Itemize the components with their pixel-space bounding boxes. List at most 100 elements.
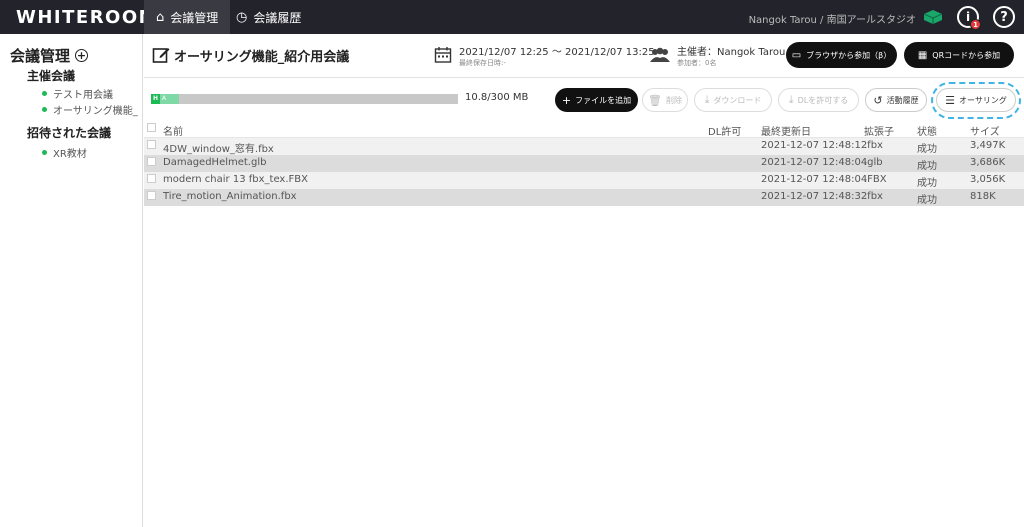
trash-icon: 🗑 xyxy=(648,93,662,107)
help-icon: ? xyxy=(1000,9,1008,25)
sidebar-title-text: 会議管理 xyxy=(10,47,71,65)
laptop-icon: ▭ xyxy=(791,49,802,61)
file-updated: 2021-12-07 12:48:04 xyxy=(761,174,868,185)
sidebar-item-xr-material[interactable]: XR教材 xyxy=(42,145,138,160)
main-panel: オーサリング機能_紹介用会議 2021/12/07 12:25 ～ 2021/1… xyxy=(144,34,1024,527)
meeting-title: オーサリング機能_紹介用会議 xyxy=(174,50,350,65)
table-header-row: 名前 DL許可 最終更新日 拡張子 状態 サイズ xyxy=(144,121,1024,138)
sidebar: 会議管理 + 主催会議 テスト用会議 オーサリング機能_紹介用会議 招待された会… xyxy=(0,34,143,527)
info-button[interactable]: i 1 xyxy=(957,6,981,30)
calendar-icon xyxy=(434,47,452,63)
table-row[interactable]: Tire_motion_Animation.fbx 2021-12-07 12:… xyxy=(144,189,1024,206)
last-saved: 最終保存日時:- xyxy=(459,59,506,67)
file-updated: 2021-12-07 12:48:04 xyxy=(761,157,868,168)
file-status: 成功 xyxy=(917,161,937,172)
meeting-host: 主催者：Nangok Tarou xyxy=(677,47,786,58)
col-ext-header[interactable]: 拡張子 xyxy=(864,123,894,138)
col-dl-header[interactable]: DL許可 xyxy=(708,123,741,138)
col-updated-header[interactable]: 最終更新日 xyxy=(761,123,811,138)
col-name-header[interactable]: 名前 xyxy=(163,123,183,138)
sidebar-item-label: XR教材 xyxy=(53,149,87,160)
join-by-qr-button[interactable]: ▦ QRコードから参加 xyxy=(904,42,1014,68)
help-button[interactable]: ? xyxy=(993,6,1015,28)
authoring-button[interactable]: ☰ オーサリング xyxy=(936,88,1016,112)
file-name: Tire_motion_Animation.fbx xyxy=(163,191,297,202)
activity-history-button[interactable]: ↺ 活動履歴 xyxy=(865,88,927,112)
file-size: 3,497K xyxy=(970,140,1006,151)
storage-usage-text: 10.8/300 MB xyxy=(465,92,529,103)
hosted-meetings-heading: 主催会議 xyxy=(27,69,76,83)
file-name: 4DW_window_窓有.fbx xyxy=(163,144,274,155)
row-checkbox[interactable] xyxy=(147,140,156,149)
sidebar-item-label: テスト用会議 xyxy=(53,90,113,101)
participant-count: 参加者：0名 xyxy=(677,59,717,67)
select-all-checkbox[interactable] xyxy=(147,123,156,132)
notification-badge: 1 xyxy=(970,19,981,30)
button-label: オーサリング xyxy=(959,95,1007,105)
meeting-header: オーサリング機能_紹介用会議 2021/12/07 12:25 ～ 2021/1… xyxy=(144,34,1024,78)
table-row[interactable]: DamagedHelmet.glb 2021-12-07 12:48:04 .g… xyxy=(144,155,1024,172)
allow-download-button[interactable]: ⤓ DLを許可する xyxy=(778,88,859,112)
file-updated: 2021-12-07 12:48:12 xyxy=(761,140,868,151)
storage-usage-bar: H A xyxy=(151,94,458,104)
people-icon xyxy=(650,47,670,62)
join-from-browser-button[interactable]: ▭ ブラウザから参加（β） xyxy=(786,42,897,68)
plus-icon: + xyxy=(561,93,572,107)
add-meeting-icon[interactable]: + xyxy=(75,49,89,62)
sidebar-item-authoring-meeting[interactable]: オーサリング機能_紹介用会議 xyxy=(42,102,138,117)
file-ext: .fbx xyxy=(864,140,883,151)
history-icon: ◷ xyxy=(236,9,248,25)
file-status: 成功 xyxy=(917,195,937,206)
check-download-icon: ⤓ xyxy=(788,93,794,106)
tab-meeting-history[interactable]: ◷ 会議履歴 xyxy=(224,0,313,34)
file-status: 成功 xyxy=(917,178,937,189)
file-ext: .glb xyxy=(864,157,883,168)
sidebar-item-test-meeting[interactable]: テスト用会議 xyxy=(42,86,138,101)
button-label: 削除 xyxy=(665,95,682,105)
add-file-button[interactable]: + ファイルを追加 xyxy=(555,88,638,112)
file-ext: .FBX xyxy=(864,174,887,185)
storage-segment-a: A xyxy=(160,94,179,104)
edit-icon[interactable] xyxy=(152,46,170,64)
history-icon: ↺ xyxy=(873,93,883,107)
file-ext: .fbx xyxy=(864,191,883,202)
home-icon: ⌂ xyxy=(156,9,165,25)
authoring-icon: ☰ xyxy=(945,93,956,107)
top-bar: WHITEROOM ⌂ 会議管理 ◷ 会議履歴 Nangok Tarou / 南… xyxy=(0,0,1024,34)
download-icon: ⤓ xyxy=(704,93,710,106)
button-label: ファイルを追加 xyxy=(575,95,632,105)
invited-meetings-heading: 招待された会議 xyxy=(27,126,112,140)
row-checkbox[interactable] xyxy=(147,157,156,166)
meeting-date-range: 2021/12/07 12:25 ～ 2021/12/07 13:25 xyxy=(459,47,655,58)
file-name: modern chair 13 fbx_tex.FBX xyxy=(163,174,308,185)
user-label[interactable]: Nangok Tarou / 南国アールスタジオ xyxy=(749,11,916,26)
file-table: 名前 DL許可 最終更新日 拡張子 状態 サイズ 4DW_window_窓有.f… xyxy=(144,121,1024,206)
row-checkbox[interactable] xyxy=(147,174,156,183)
tab-meeting-management[interactable]: ⌂ 会議管理 xyxy=(144,0,231,34)
download-button[interactable]: ⤓ ダウンロード xyxy=(694,88,772,112)
sidebar-title: 会議管理 + xyxy=(10,45,89,66)
file-status: 成功 xyxy=(917,144,937,155)
file-name: DamagedHelmet.glb xyxy=(163,157,267,168)
file-size: 818K xyxy=(970,191,996,202)
button-label: 活動履歴 xyxy=(886,95,919,105)
status-dot-icon xyxy=(42,91,47,96)
tab-label: 会議履歴 xyxy=(253,10,302,25)
delete-button[interactable]: 🗑 削除 xyxy=(642,88,688,112)
col-status-header[interactable]: 状態 xyxy=(917,123,937,138)
file-updated: 2021-12-07 12:48:32 xyxy=(761,191,868,202)
row-checkbox[interactable] xyxy=(147,191,156,200)
cube-icon[interactable] xyxy=(922,8,944,26)
file-size: 3,056K xyxy=(970,174,1006,185)
status-dot-icon xyxy=(42,150,47,155)
table-row[interactable]: 4DW_window_窓有.fbx 2021-12-07 12:48:12 .f… xyxy=(144,138,1024,155)
qr-code-icon: ▦ xyxy=(917,49,928,61)
button-label: DLを許可する xyxy=(797,95,849,105)
button-label: QRコードから参加 xyxy=(932,50,1001,60)
file-toolbar: H A 10.8/300 MB + ファイルを追加 🗑 削除 ⤓ ダウンロード … xyxy=(144,79,1024,121)
tab-label: 会議管理 xyxy=(170,10,219,25)
app-logo[interactable]: WHITEROOM xyxy=(16,7,158,28)
button-label: ブラウザから参加（β） xyxy=(806,50,892,60)
table-row[interactable]: modern chair 13 fbx_tex.FBX 2021-12-07 1… xyxy=(144,172,1024,189)
col-size-header[interactable]: サイズ xyxy=(970,123,1000,138)
